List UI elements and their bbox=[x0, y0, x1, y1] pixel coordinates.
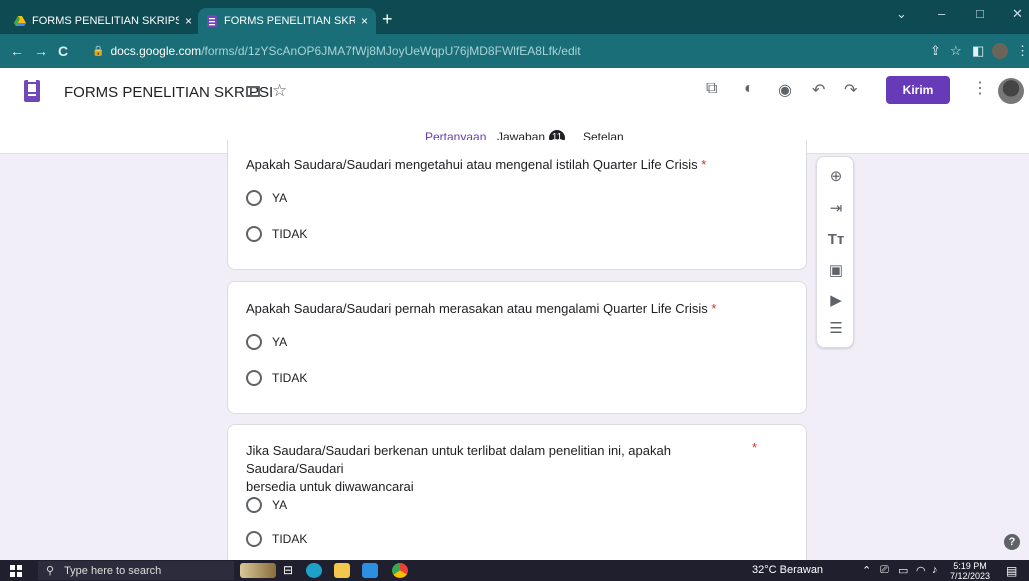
search-placeholder: Type here to search bbox=[64, 564, 162, 577]
palette-icon[interactable]: ◐ bbox=[744, 80, 754, 98]
option-label: TIDAK bbox=[272, 371, 308, 385]
account-avatar[interactable] bbox=[998, 78, 1024, 104]
forms-logo-icon[interactable] bbox=[24, 80, 40, 102]
task-view-icon[interactable]: ⊟ bbox=[280, 563, 296, 578]
redo-icon[interactable]: ↷ bbox=[844, 80, 857, 100]
question-text: Apakah Saudara/Saudari pernah merasakan … bbox=[246, 301, 708, 316]
browser-menu-icon[interactable]: ⋮ bbox=[1016, 43, 1029, 59]
radio-button[interactable] bbox=[246, 497, 262, 513]
forms-favicon-icon bbox=[206, 15, 218, 27]
widgets-icon[interactable] bbox=[240, 563, 276, 578]
option-label: TIDAK bbox=[272, 227, 308, 241]
chrome-icon[interactable] bbox=[392, 563, 408, 578]
form-title[interactable]: FORMS PENELITIAN SKRIPSI bbox=[64, 84, 273, 101]
search-icon: ⚲ bbox=[46, 565, 55, 577]
more-options-icon[interactable]: ⋮ bbox=[972, 78, 988, 98]
close-window-button[interactable]: ✕ bbox=[1012, 6, 1023, 22]
weather-widget[interactable]: 32°C Berawan bbox=[752, 564, 823, 576]
volume-icon[interactable]: ♪ bbox=[932, 564, 938, 576]
back-button[interactable]: ← bbox=[10, 43, 24, 59]
option-tidak[interactable]: TIDAK bbox=[246, 370, 307, 386]
reload-button[interactable]: C bbox=[58, 43, 68, 59]
browser-toolbar: ← → C 🔒 docs.google.com/forms/d/1zYScAnO… bbox=[0, 34, 1029, 68]
bookmark-star-icon[interactable]: ☆ bbox=[950, 43, 962, 59]
maximize-button[interactable]: □ bbox=[976, 6, 984, 21]
side-panel-icon[interactable]: ◧ bbox=[972, 43, 984, 59]
radio-button[interactable] bbox=[246, 226, 262, 242]
taskbar-search[interactable]: ⚲ Type here to search bbox=[38, 561, 234, 580]
mail-icon[interactable] bbox=[362, 563, 378, 578]
add-section-icon[interactable]: ☰ bbox=[817, 319, 855, 337]
question-card[interactable]: Apakah Saudara/Saudari pernah merasakan … bbox=[227, 281, 807, 414]
new-tab-button[interactable]: + bbox=[382, 9, 393, 30]
option-tidak[interactable]: TIDAK bbox=[246, 531, 307, 547]
network-icon[interactable]: ⎚ bbox=[880, 564, 889, 577]
browser-tab-1[interactable]: FORMS PENELITIAN SKRIPSI - Go × bbox=[6, 8, 200, 34]
question-title: Apakah Saudara/Saudari mengetahui atau m… bbox=[246, 156, 706, 174]
browser-tab-title: FORMS PENELITIAN SKRIPSI - Go bbox=[32, 15, 179, 27]
question-card[interactable]: Jika Saudara/Saudari berkenan untuk terl… bbox=[227, 424, 807, 564]
question-title: Jika Saudara/Saudari berkenan untuk terl… bbox=[246, 442, 766, 496]
radio-button[interactable] bbox=[246, 190, 262, 206]
option-tidak[interactable]: TIDAK bbox=[246, 226, 307, 242]
option-label: YA bbox=[272, 191, 288, 205]
radio-button[interactable] bbox=[246, 334, 262, 350]
move-folder-icon[interactable] bbox=[246, 86, 260, 97]
url-host: docs.google.com bbox=[110, 44, 202, 58]
url-path: /forms/d/1zYScAnOP6JMA7fWj8MJoyUeWqpU76j… bbox=[201, 44, 581, 58]
star-icon[interactable]: ☆ bbox=[272, 81, 287, 101]
add-image-icon[interactable]: ▣ bbox=[817, 261, 855, 279]
windows-taskbar: ⚲ Type here to search ⊟ 32°C Berawan ⌃ ⎚… bbox=[0, 560, 1029, 581]
option-ya[interactable]: YA bbox=[246, 334, 287, 350]
question-text-line-1: Jika Saudara/Saudari berkenan untuk terl… bbox=[246, 443, 671, 476]
taskbar-clock[interactable]: 5:19 PM 7/12/2023 bbox=[950, 561, 990, 581]
windows-start-icon[interactable] bbox=[10, 565, 22, 577]
required-asterisk: * bbox=[752, 440, 758, 455]
wifi-icon[interactable]: ◠ bbox=[916, 564, 926, 577]
question-text: Apakah Saudara/Saudari mengetahui atau m… bbox=[246, 157, 698, 172]
clock-time: 5:19 PM bbox=[953, 561, 987, 571]
option-ya[interactable]: YA bbox=[246, 497, 287, 513]
minimize-button[interactable]: – bbox=[938, 6, 945, 21]
drive-favicon-icon bbox=[14, 15, 26, 27]
clock-date: 7/12/2023 bbox=[950, 571, 991, 581]
preview-eye-icon[interactable]: ◉ bbox=[778, 80, 792, 100]
send-button[interactable]: Kirim bbox=[886, 76, 950, 104]
import-questions-icon[interactable]: ⇥ bbox=[817, 199, 855, 217]
edge-icon[interactable] bbox=[306, 563, 322, 578]
address-bar[interactable]: 🔒 docs.google.com/forms/d/1zYScAnOP6JMA7… bbox=[84, 39, 964, 63]
share-icon[interactable]: ⇪ bbox=[930, 43, 941, 59]
file-explorer-icon[interactable] bbox=[334, 563, 350, 578]
profile-avatar[interactable] bbox=[992, 43, 1008, 59]
radio-button[interactable] bbox=[246, 531, 262, 547]
question-toolbar: ⊕ ⇥ Tт ▣ ▶ ☰ bbox=[816, 156, 854, 348]
question-card[interactable]: Apakah Saudara/Saudari mengetahui atau m… bbox=[227, 140, 807, 270]
tab-search-chevron-icon[interactable]: ⌄ bbox=[896, 6, 907, 22]
option-ya[interactable]: YA bbox=[246, 190, 287, 206]
option-label: YA bbox=[272, 498, 288, 512]
forward-button[interactable]: → bbox=[34, 43, 48, 59]
add-title-icon[interactable]: Tт bbox=[817, 231, 855, 248]
undo-icon[interactable]: ↶ bbox=[812, 80, 825, 100]
required-asterisk: * bbox=[701, 157, 707, 172]
battery-icon[interactable]: ▭ bbox=[898, 564, 908, 577]
add-question-icon[interactable]: ⊕ bbox=[817, 167, 855, 185]
addons-puzzle-icon[interactable]: ⧉ bbox=[706, 80, 717, 98]
help-icon[interactable]: ? bbox=[1004, 534, 1020, 550]
close-tab-icon[interactable]: × bbox=[361, 14, 368, 28]
question-text-line-2: bersedia untuk diwawancarai bbox=[246, 479, 414, 494]
tray-chevron-icon[interactable]: ⌃ bbox=[862, 564, 871, 577]
option-label: TIDAK bbox=[272, 532, 308, 546]
option-label: YA bbox=[272, 335, 288, 349]
question-title: Apakah Saudara/Saudari pernah merasakan … bbox=[246, 300, 716, 318]
notifications-icon[interactable]: ▤ bbox=[1006, 564, 1017, 578]
radio-button[interactable] bbox=[246, 370, 262, 386]
browser-tab-2[interactable]: FORMS PENELITIAN SKRIPSI - Go × bbox=[198, 8, 376, 34]
lock-icon: 🔒 bbox=[92, 45, 105, 57]
close-tab-icon[interactable]: × bbox=[185, 14, 192, 28]
browser-tab-title: FORMS PENELITIAN SKRIPSI - Go bbox=[224, 15, 355, 27]
browser-tab-strip: FORMS PENELITIAN SKRIPSI - Go × FORMS PE… bbox=[0, 0, 1029, 34]
required-asterisk: * bbox=[711, 301, 717, 316]
add-video-icon[interactable]: ▶ bbox=[817, 291, 855, 309]
